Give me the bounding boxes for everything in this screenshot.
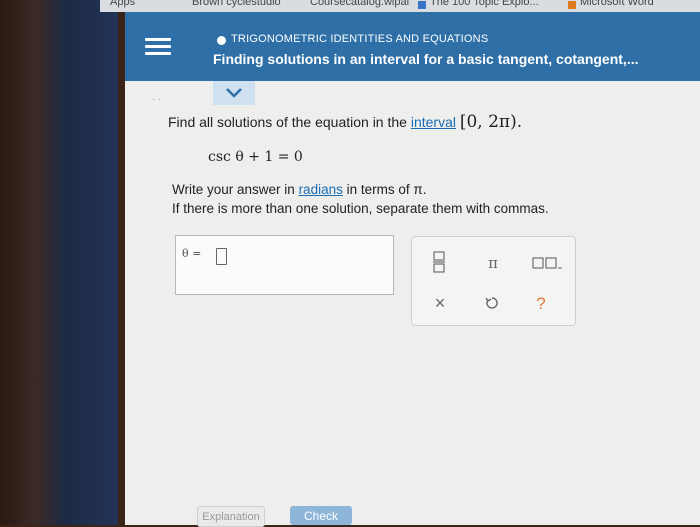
pi-icon[interactable]: π (480, 253, 506, 273)
ellipsis-pair-icon[interactable] (530, 253, 564, 273)
instruction-suffix: in terms of π. (346, 182, 427, 197)
bookmarks-bar: Apps Brown cyclestudio Coursecatalog.wip… (100, 0, 700, 12)
fraction-icon[interactable] (429, 247, 449, 277)
instruction-prefix: Write your answer in (172, 182, 295, 197)
bookmark-word[interactable]: Microsoft Word (580, 0, 654, 8)
answer-cursor-box[interactable] (216, 248, 227, 265)
undo-icon[interactable] (482, 293, 502, 313)
radians-link[interactable]: radians (299, 182, 343, 197)
instruction-radians: Write your answer in radians in terms of… (172, 182, 426, 197)
check-button[interactable]: Check (290, 506, 352, 525)
word-icon (568, 1, 576, 9)
clear-icon[interactable]: × (430, 293, 450, 313)
chevron-down-icon (226, 88, 242, 98)
interval-value: [0, 2π). (459, 112, 523, 132)
app-screen: TRIGONOMETRIC IDENTITIES AND EQUATIONS F… (125, 12, 700, 527)
bookmark-icon (418, 1, 426, 9)
question-prompt: Find all solutions of the equation in th… (168, 112, 522, 132)
explanation-button[interactable]: Explanation (197, 506, 265, 527)
hamburger-icon[interactable] (140, 34, 176, 62)
bookmark-apps[interactable]: Apps (110, 0, 135, 8)
bookmark-topic-explorer[interactable]: The 100 Topic Explo... (430, 0, 539, 8)
instruction-commas: If there is more than one solution, sepa… (172, 201, 549, 216)
collapse-button[interactable] (213, 81, 255, 105)
answer-label: θ = (182, 247, 202, 260)
monitor-bezel (0, 0, 118, 525)
page-title: Finding solutions in an interval for a b… (213, 51, 639, 67)
interval-link[interactable]: interval (411, 114, 456, 130)
bookmark-coursecatalog[interactable]: Coursecatalog.wipal (310, 0, 409, 8)
prompt-text: Find all solutions of the equation in th… (168, 114, 407, 130)
drag-dots: · · (152, 94, 162, 105)
topic-title: TRIGONOMETRIC IDENTITIES AND EQUATIONS (231, 33, 489, 45)
topic-header: TRIGONOMETRIC IDENTITIES AND EQUATIONS F… (125, 12, 700, 81)
math-keypad: π × ? (411, 236, 576, 326)
answer-input[interactable]: θ = (175, 235, 394, 295)
topic-status-icon (217, 36, 226, 45)
help-icon[interactable]: ? (530, 293, 552, 315)
equation: csc θ + 1 = 0 (208, 149, 303, 165)
bookmark-cyclestudio[interactable]: Brown cyclestudio (192, 0, 281, 8)
